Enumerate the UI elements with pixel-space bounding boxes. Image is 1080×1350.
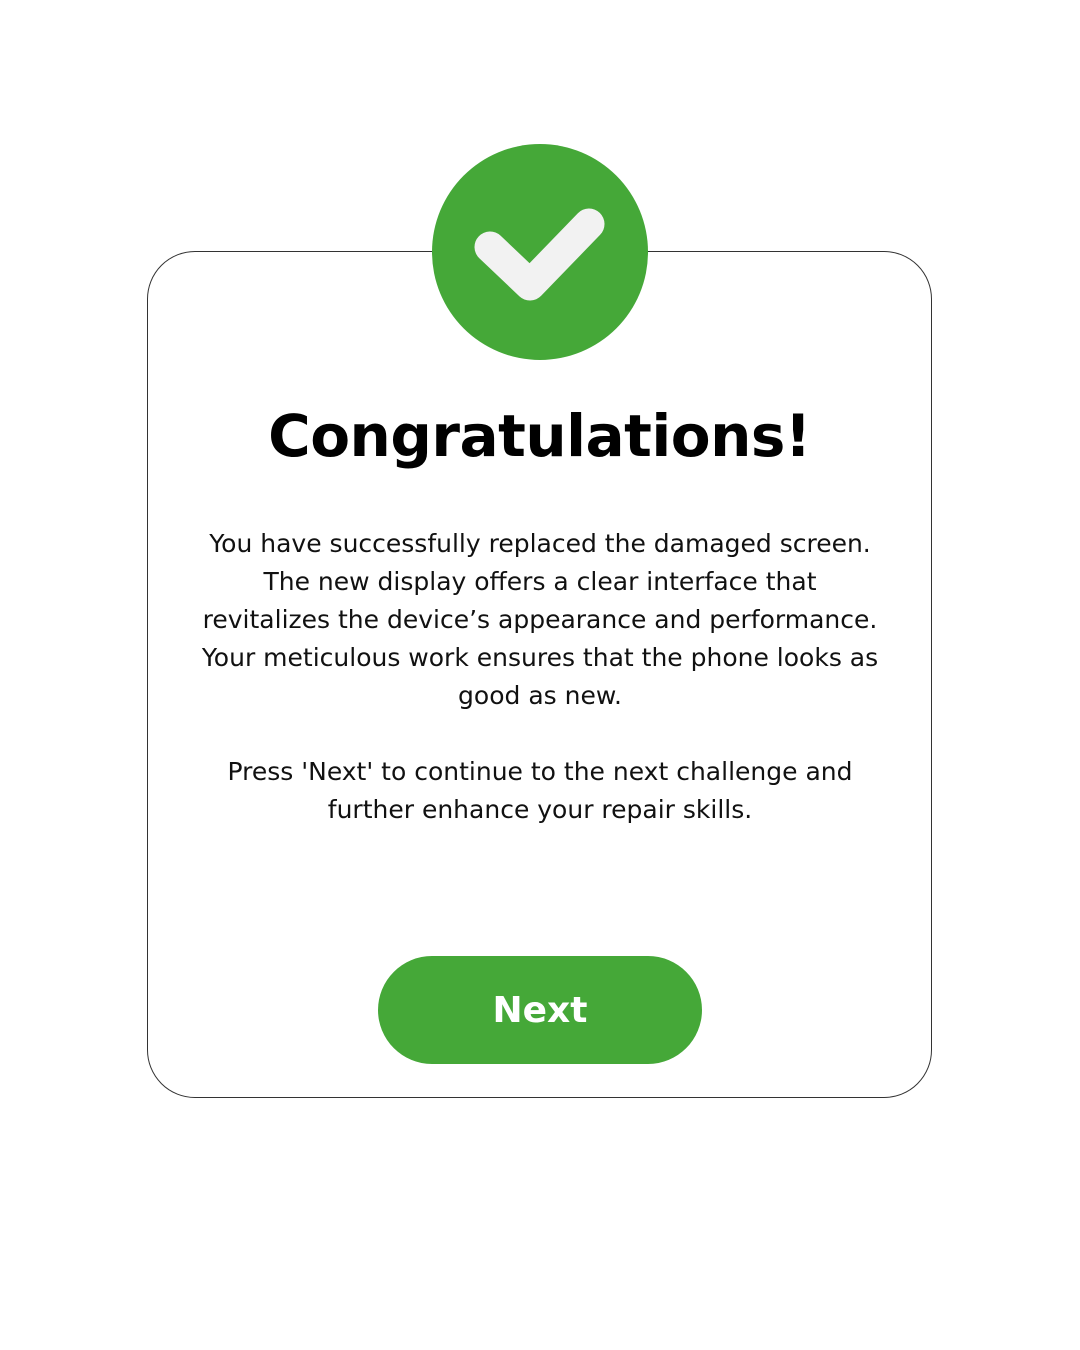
- message-paragraph: You have successfully replaced the damag…: [201, 529, 879, 710]
- dialog-message: You have successfully replaced the damag…: [200, 525, 880, 829]
- success-badge: [432, 144, 648, 360]
- next-button[interactable]: Next: [378, 956, 702, 1064]
- message-paragraph: Press 'Next' to continue to the next cha…: [227, 757, 853, 824]
- dialog-title: Congratulations!: [268, 402, 811, 470]
- checkmark-icon: [432, 144, 648, 360]
